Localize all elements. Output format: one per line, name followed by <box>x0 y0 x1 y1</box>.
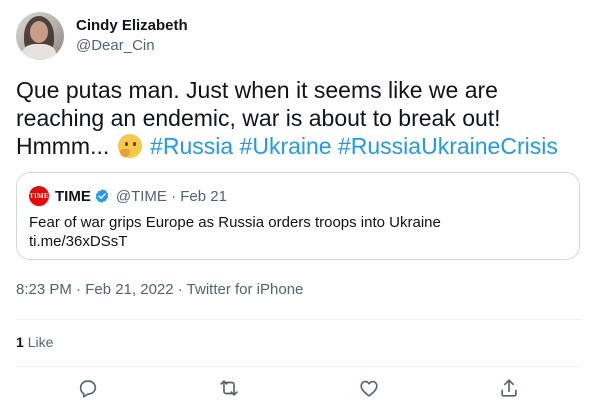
divider <box>16 366 582 367</box>
reply-icon <box>79 380 97 398</box>
tweet-header: Cindy Elizabeth @Dear_Cin <box>16 12 188 60</box>
tweet-timestamp[interactable]: 8:23 PM · Feb 21, 2022 · Twitter for iPh… <box>16 281 303 298</box>
avatar[interactable] <box>16 12 64 60</box>
author-handle[interactable]: @Dear_Cin <box>76 36 188 56</box>
likes-stat[interactable]: 1 Like <box>16 334 53 350</box>
quoted-author-name[interactable]: TIME <box>55 188 91 205</box>
verified-badge-icon <box>95 189 109 203</box>
divider <box>16 319 582 320</box>
reply-button[interactable] <box>77 377 99 399</box>
hashtag-russia[interactable]: #Russia <box>150 133 233 159</box>
action-bar <box>0 377 598 405</box>
share-icon <box>501 379 517 397</box>
thinking-face-icon <box>117 134 142 158</box>
hashtag-russia-ukraine-crisis[interactable]: #RussiaUkraineCrisis <box>338 133 558 159</box>
quoted-tweet-card[interactable]: TIME TIME @TIME · Feb 21 Fear of war gri… <box>16 172 580 260</box>
like-icon <box>360 380 378 397</box>
quoted-handle-date: @TIME · Feb 21 <box>115 187 227 205</box>
like-button[interactable] <box>358 377 380 399</box>
quoted-tweet-header: TIME TIME @TIME · Feb 21 <box>29 186 227 206</box>
author-names: Cindy Elizabeth @Dear_Cin <box>76 16 188 56</box>
avatar-body <box>22 44 56 60</box>
quoted-tweet-text: Fear of war grips Europe as Russia order… <box>29 214 441 231</box>
time-logo-icon: TIME <box>29 186 49 206</box>
hashtag-ukraine[interactable]: #Ukraine <box>240 133 332 159</box>
share-button[interactable] <box>498 377 520 399</box>
likes-count: 1 <box>16 334 24 350</box>
retweet-button[interactable] <box>218 377 240 399</box>
tweet-text: Que putas man. Just when it seems like w… <box>16 76 586 160</box>
author-display-name[interactable]: Cindy Elizabeth <box>76 16 188 36</box>
quoted-tweet-link[interactable]: ti.me/36xDSsT <box>29 232 441 251</box>
likes-label: Like <box>27 334 54 350</box>
quoted-tweet-body: Fear of war grips Europe as Russia order… <box>29 213 441 251</box>
avatar-face <box>30 21 48 43</box>
retweet-icon <box>220 380 238 396</box>
